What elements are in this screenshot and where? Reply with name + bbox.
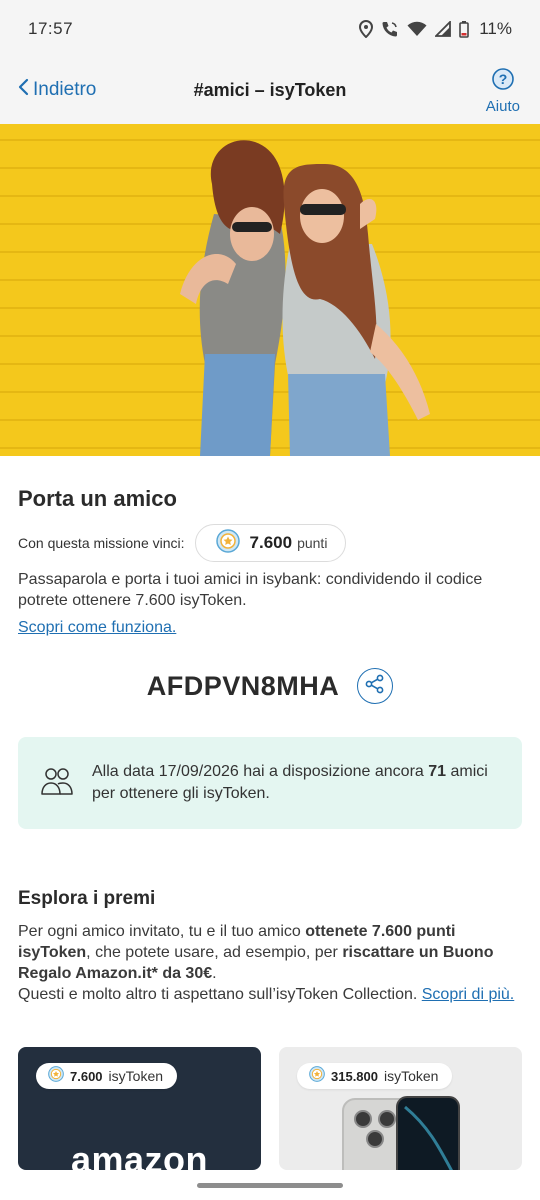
friends-remaining-count: 71: [428, 763, 447, 780]
discover-more-link[interactable]: Scopri di più.: [422, 986, 515, 1003]
status-icons: 11%: [359, 19, 512, 39]
rewards-description: Per ogni amico invitato, tu e il tuo ami…: [18, 921, 522, 1005]
signal-icon: [435, 21, 452, 37]
status-time: 17:57: [28, 19, 74, 38]
rewards-text-3: .: [212, 965, 217, 982]
friends-info-box: Alla data 17/09/2026 hai a disposizione …: [18, 737, 522, 829]
help-button[interactable]: ? Aiuto: [486, 68, 520, 115]
help-icon: ?: [492, 68, 514, 98]
learn-more-row: Scopri come funziona.: [18, 617, 522, 638]
share-button[interactable]: [357, 668, 394, 704]
mission-title: Porta un amico: [18, 486, 177, 511]
friends-info-text: Alla data 17/09/2026 hai a disposizione …: [92, 761, 500, 805]
mission-reward-row: Con questa missione vinci: 7.600 punti: [18, 524, 347, 562]
rewards-text-4: Questi e molto altro ti aspettano sull’i…: [18, 986, 422, 1003]
rewards-text-1: Per ogni amico invitato, tu e il tuo ami…: [18, 923, 306, 940]
token-price-value: 315.800: [331, 1068, 378, 1084]
rewards-title: Esplora i premi: [18, 888, 156, 909]
mission-label: Con questa missione vinci:: [18, 535, 185, 551]
share-icon: [365, 674, 385, 699]
referral-code-row: AFDPVN8MHA: [0, 668, 540, 704]
token-coin-icon: [309, 1065, 325, 1087]
wifi-call-icon: [381, 20, 399, 38]
reward-card-amazon[interactable]: 7.600 isyToken amazon: [18, 1047, 261, 1170]
amazon-logo: amazon: [70, 1139, 209, 1170]
token-price-badge: 7.600 isyToken: [36, 1063, 178, 1089]
points-value: 7.600: [249, 533, 293, 552]
home-indicator[interactable]: [197, 1183, 343, 1188]
learn-more-link[interactable]: Scopri come funziona.: [18, 619, 176, 636]
token-price-badge: 315.800 isyToken: [297, 1063, 453, 1089]
reward-cards: 7.600 isyToken amazon 315.800 isyToken: [18, 1047, 540, 1170]
mission-description-text: Passaparola e porta i tuoi amici in isyb…: [18, 571, 483, 609]
mission-description: Passaparola e porta i tuoi amici in isyb…: [18, 569, 522, 611]
referral-code[interactable]: AFDPVN8MHA: [147, 671, 340, 702]
battery-icon: [459, 20, 470, 38]
points-unit: punti: [297, 535, 328, 551]
battery-percentage: 11%: [479, 19, 512, 38]
reward-card-smartphone[interactable]: 315.800 isyToken: [279, 1047, 522, 1170]
token-price-unit: isyToken: [384, 1068, 439, 1084]
status-bar: 17:57 11%: [0, 0, 540, 58]
token-coin-icon: [48, 1065, 64, 1087]
token-price-unit: isyToken: [108, 1068, 164, 1084]
friends-icon: [40, 765, 74, 802]
rewards-text-2: , che potete usare, ad esempio, per: [86, 944, 343, 961]
nav-bar: Indietro #amici – isyToken ? Aiuto: [0, 58, 540, 124]
svg-text:?: ?: [499, 71, 508, 87]
help-label: Aiuto: [485, 98, 520, 115]
wifi-icon: [407, 21, 427, 37]
page-title: #amici – isyToken: [193, 80, 347, 100]
token-coin-icon: [215, 528, 240, 558]
points-badge: 7.600 punti: [194, 524, 347, 562]
hero-image: [0, 124, 540, 456]
location-icon: [359, 20, 374, 38]
home-indicator-area: [0, 1170, 540, 1200]
info-text-before: Alla data 17/09/2026 hai a disposizione …: [92, 763, 429, 780]
token-price-value: 7.600: [70, 1068, 103, 1084]
